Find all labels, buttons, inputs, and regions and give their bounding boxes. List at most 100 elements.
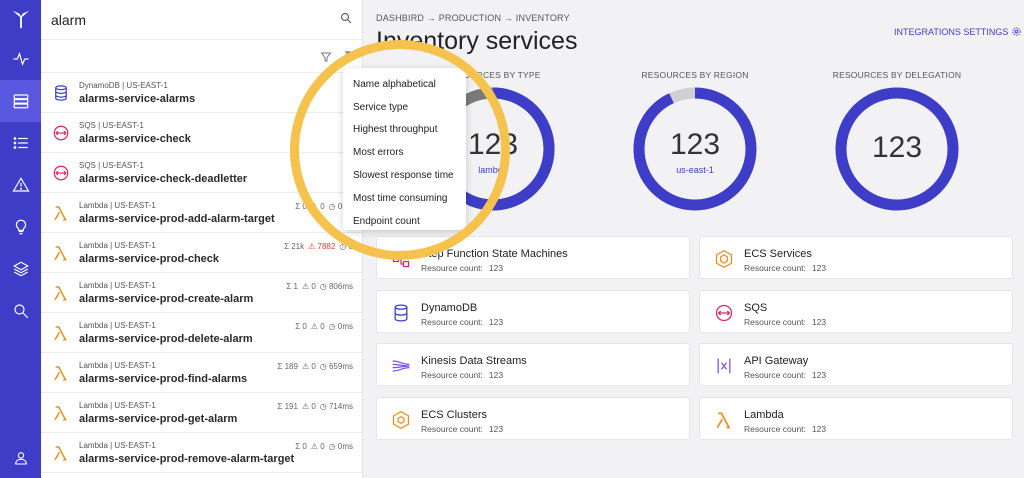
- service-name: ECS Clusters: [421, 408, 488, 421]
- donut-chart: 123 us-east-1: [633, 87, 757, 211]
- search-nav-icon[interactable]: [0, 290, 41, 332]
- service-card[interactable]: API Gateway Resource count: 123: [699, 343, 1013, 386]
- pulse-icon[interactable]: [0, 38, 41, 80]
- service-card[interactable]: Kinesis Data Streams Resource count: 123: [376, 343, 690, 386]
- result-meta: Lambda | US-EAST-1: [79, 280, 156, 290]
- donut-sub-label: lambda: [478, 165, 508, 175]
- service-count: Resource count: 123: [744, 424, 826, 434]
- service-count: Resource count: 123: [421, 317, 503, 327]
- result-row[interactable]: Lambda | US-EAST-1 alarms-service-prod-c…: [41, 233, 362, 273]
- result-text: DynamoDB | US-EAST-1 alarms-service-alar…: [79, 81, 195, 105]
- list-icon[interactable]: [0, 122, 41, 164]
- result-row[interactable]: DynamoDB | US-EAST-1 alarms-service-alar…: [41, 73, 362, 113]
- service-card[interactable]: DynamoDB Resource count: 123: [376, 289, 690, 333]
- result-row[interactable]: SQS | US-EAST-1 alarms-service-check: [41, 113, 362, 153]
- sort-option[interactable]: Service type: [343, 96, 466, 119]
- result-meta: Lambda | US-EAST-1: [79, 240, 156, 250]
- result-text: SQS | US-EAST-1 alarms-service-check: [79, 121, 191, 145]
- breadcrumb: DASHBIRD → PRODUCTION → INVENTORY: [376, 13, 570, 23]
- result-name: alarms-service-prod-create-alarm: [79, 292, 254, 305]
- sort-option[interactable]: Most errors: [343, 141, 466, 164]
- lambda-icon: [51, 243, 71, 263]
- result-stats: Σ 21k ⚠ 7882 ◷ 0: [284, 242, 353, 251]
- lightbulb-icon[interactable]: [0, 206, 41, 248]
- service-name: ECS Services: [744, 248, 812, 260]
- lambda-icon: [51, 203, 71, 223]
- resource-count-value: 123: [488, 370, 504, 380]
- result-stat: ⚠ 0: [301, 362, 316, 371]
- service-card[interactable]: SQS Resource count: 123: [699, 289, 1013, 333]
- sort-option[interactable]: Name alphabetical: [343, 73, 466, 96]
- result-stat: ⚠ 0: [310, 322, 325, 331]
- result-row[interactable]: Lambda | US-EAST-1 alarms-service-prod-a…: [41, 193, 362, 233]
- sqs-icon: [51, 163, 71, 183]
- service-card[interactable]: Step Function State Machines Resource co…: [376, 236, 690, 279]
- result-stat: ◷ 659ms: [319, 362, 353, 371]
- result-name: alarms-service-prod-delete-alarm: [79, 332, 253, 345]
- result-row[interactable]: Lambda | US-EAST-1 alarms-service-prod-r…: [41, 433, 362, 473]
- service-name: Lambda: [744, 408, 784, 421]
- sqs-icon: [714, 303, 734, 323]
- result-stat: ◷ 714ms: [319, 402, 353, 411]
- resource-count-value: 123: [811, 263, 827, 273]
- sort-option[interactable]: Most time consuming: [343, 187, 466, 210]
- result-meta: Lambda | US-EAST-1: [79, 400, 156, 410]
- service-card[interactable]: ECS Services Resource count: 123: [699, 236, 1013, 279]
- service-card[interactable]: Lambda Resource count: 123: [699, 396, 1013, 440]
- result-name: alarms-service-prod-add-alarm-target: [79, 212, 275, 225]
- search-input[interactable]: [51, 11, 340, 28]
- resource-count-label: Resource count:: [421, 316, 483, 327]
- inventory-icon[interactable]: [0, 80, 41, 122]
- user-icon[interactable]: [0, 444, 41, 472]
- service-name: Step Function State Machines: [421, 248, 568, 260]
- resource-count-label: Resource count:: [744, 263, 806, 273]
- service-name: Kinesis Data Streams: [421, 355, 527, 367]
- result-stat: ⚠ 0: [301, 282, 316, 291]
- alert-icon[interactable]: [0, 164, 41, 206]
- sort-chevron-down-icon[interactable]: ▼: [343, 49, 353, 60]
- service-name: SQS: [744, 301, 768, 314]
- result-row[interactable]: SQS | US-EAST-1 alarms-service-check-dea…: [41, 153, 362, 193]
- result-stat: ⚠ 0: [310, 442, 325, 451]
- result-stat: ◷ 806ms: [319, 282, 353, 291]
- sort-option[interactable]: Endpoint count: [343, 210, 466, 233]
- sort-option[interactable]: Slowest response time: [343, 164, 466, 187]
- integrations-settings-link[interactable]: INTEGRATIONS SETTINGS: [894, 26, 1022, 37]
- donut-label: RESOURCES BY REGION: [641, 70, 749, 80]
- resource-count-value: 123: [488, 423, 504, 434]
- layers-icon[interactable]: [0, 248, 41, 290]
- result-stats: Σ 0 ⚠ 0 ◷ 0ms: [295, 442, 353, 451]
- result-text: Lambda | US-EAST-1 alarms-service-prod-r…: [79, 441, 294, 465]
- lambda-icon: [51, 443, 71, 463]
- filter-icon[interactable]: [320, 50, 332, 68]
- search-icon[interactable]: [340, 11, 352, 29]
- result-stats: Σ 191 ⚠ 0 ◷ 714ms: [277, 402, 353, 411]
- service-card[interactable]: ECS Clusters Resource count: 123: [376, 396, 690, 440]
- sort-dropdown: Name alphabetical Service type Highest thr…: [343, 68, 466, 230]
- result-name: alarms-service-prod-get-alarm: [79, 412, 238, 425]
- result-row[interactable]: Lambda | US-EAST-1 alarms-service-prod-f…: [41, 353, 362, 393]
- result-name: alarms-service-alarms: [79, 92, 196, 105]
- service-name: DynamoDB: [421, 301, 478, 314]
- result-row[interactable]: Lambda | US-EAST-1 alarms-service-prod-c…: [41, 273, 362, 313]
- lambda-icon: [51, 403, 71, 423]
- dynamodb-icon: [51, 83, 71, 103]
- sort-option[interactable]: Highest throughput: [343, 119, 466, 142]
- result-row[interactable]: Lambda | US-EAST-1 alarms-service-prod-g…: [41, 393, 362, 433]
- donut-sub-label: us-east-1: [676, 165, 714, 175]
- result-meta: Lambda | US-EAST-1: [79, 200, 156, 210]
- result-name: alarms-service-check-deadletter: [79, 172, 248, 185]
- result-stat: Σ 0: [295, 442, 307, 451]
- left-rail: [0, 0, 41, 478]
- result-stat: ⚠ 0: [301, 402, 316, 411]
- result-name: alarms-service-prod-find-alarms: [79, 372, 248, 385]
- search-panel: ▼ DynamoDB | US-EAST-1 alarms-service-al…: [41, 0, 363, 478]
- result-text: Lambda | US-EAST-1 alarms-service-prod-a…: [79, 201, 275, 225]
- resource-count-label: Resource count:: [744, 370, 806, 380]
- dashbird-logo-icon[interactable]: [10, 0, 32, 38]
- resource-count-label: Resource count:: [421, 370, 483, 380]
- service-count: Resource count: 123: [744, 317, 826, 327]
- result-row[interactable]: Lambda | US-EAST-1 alarms-service-prod-d…: [41, 313, 362, 353]
- result-name: alarms-service-prod-remove-alarm-target: [79, 452, 295, 465]
- resource-count-value: 123: [488, 316, 504, 327]
